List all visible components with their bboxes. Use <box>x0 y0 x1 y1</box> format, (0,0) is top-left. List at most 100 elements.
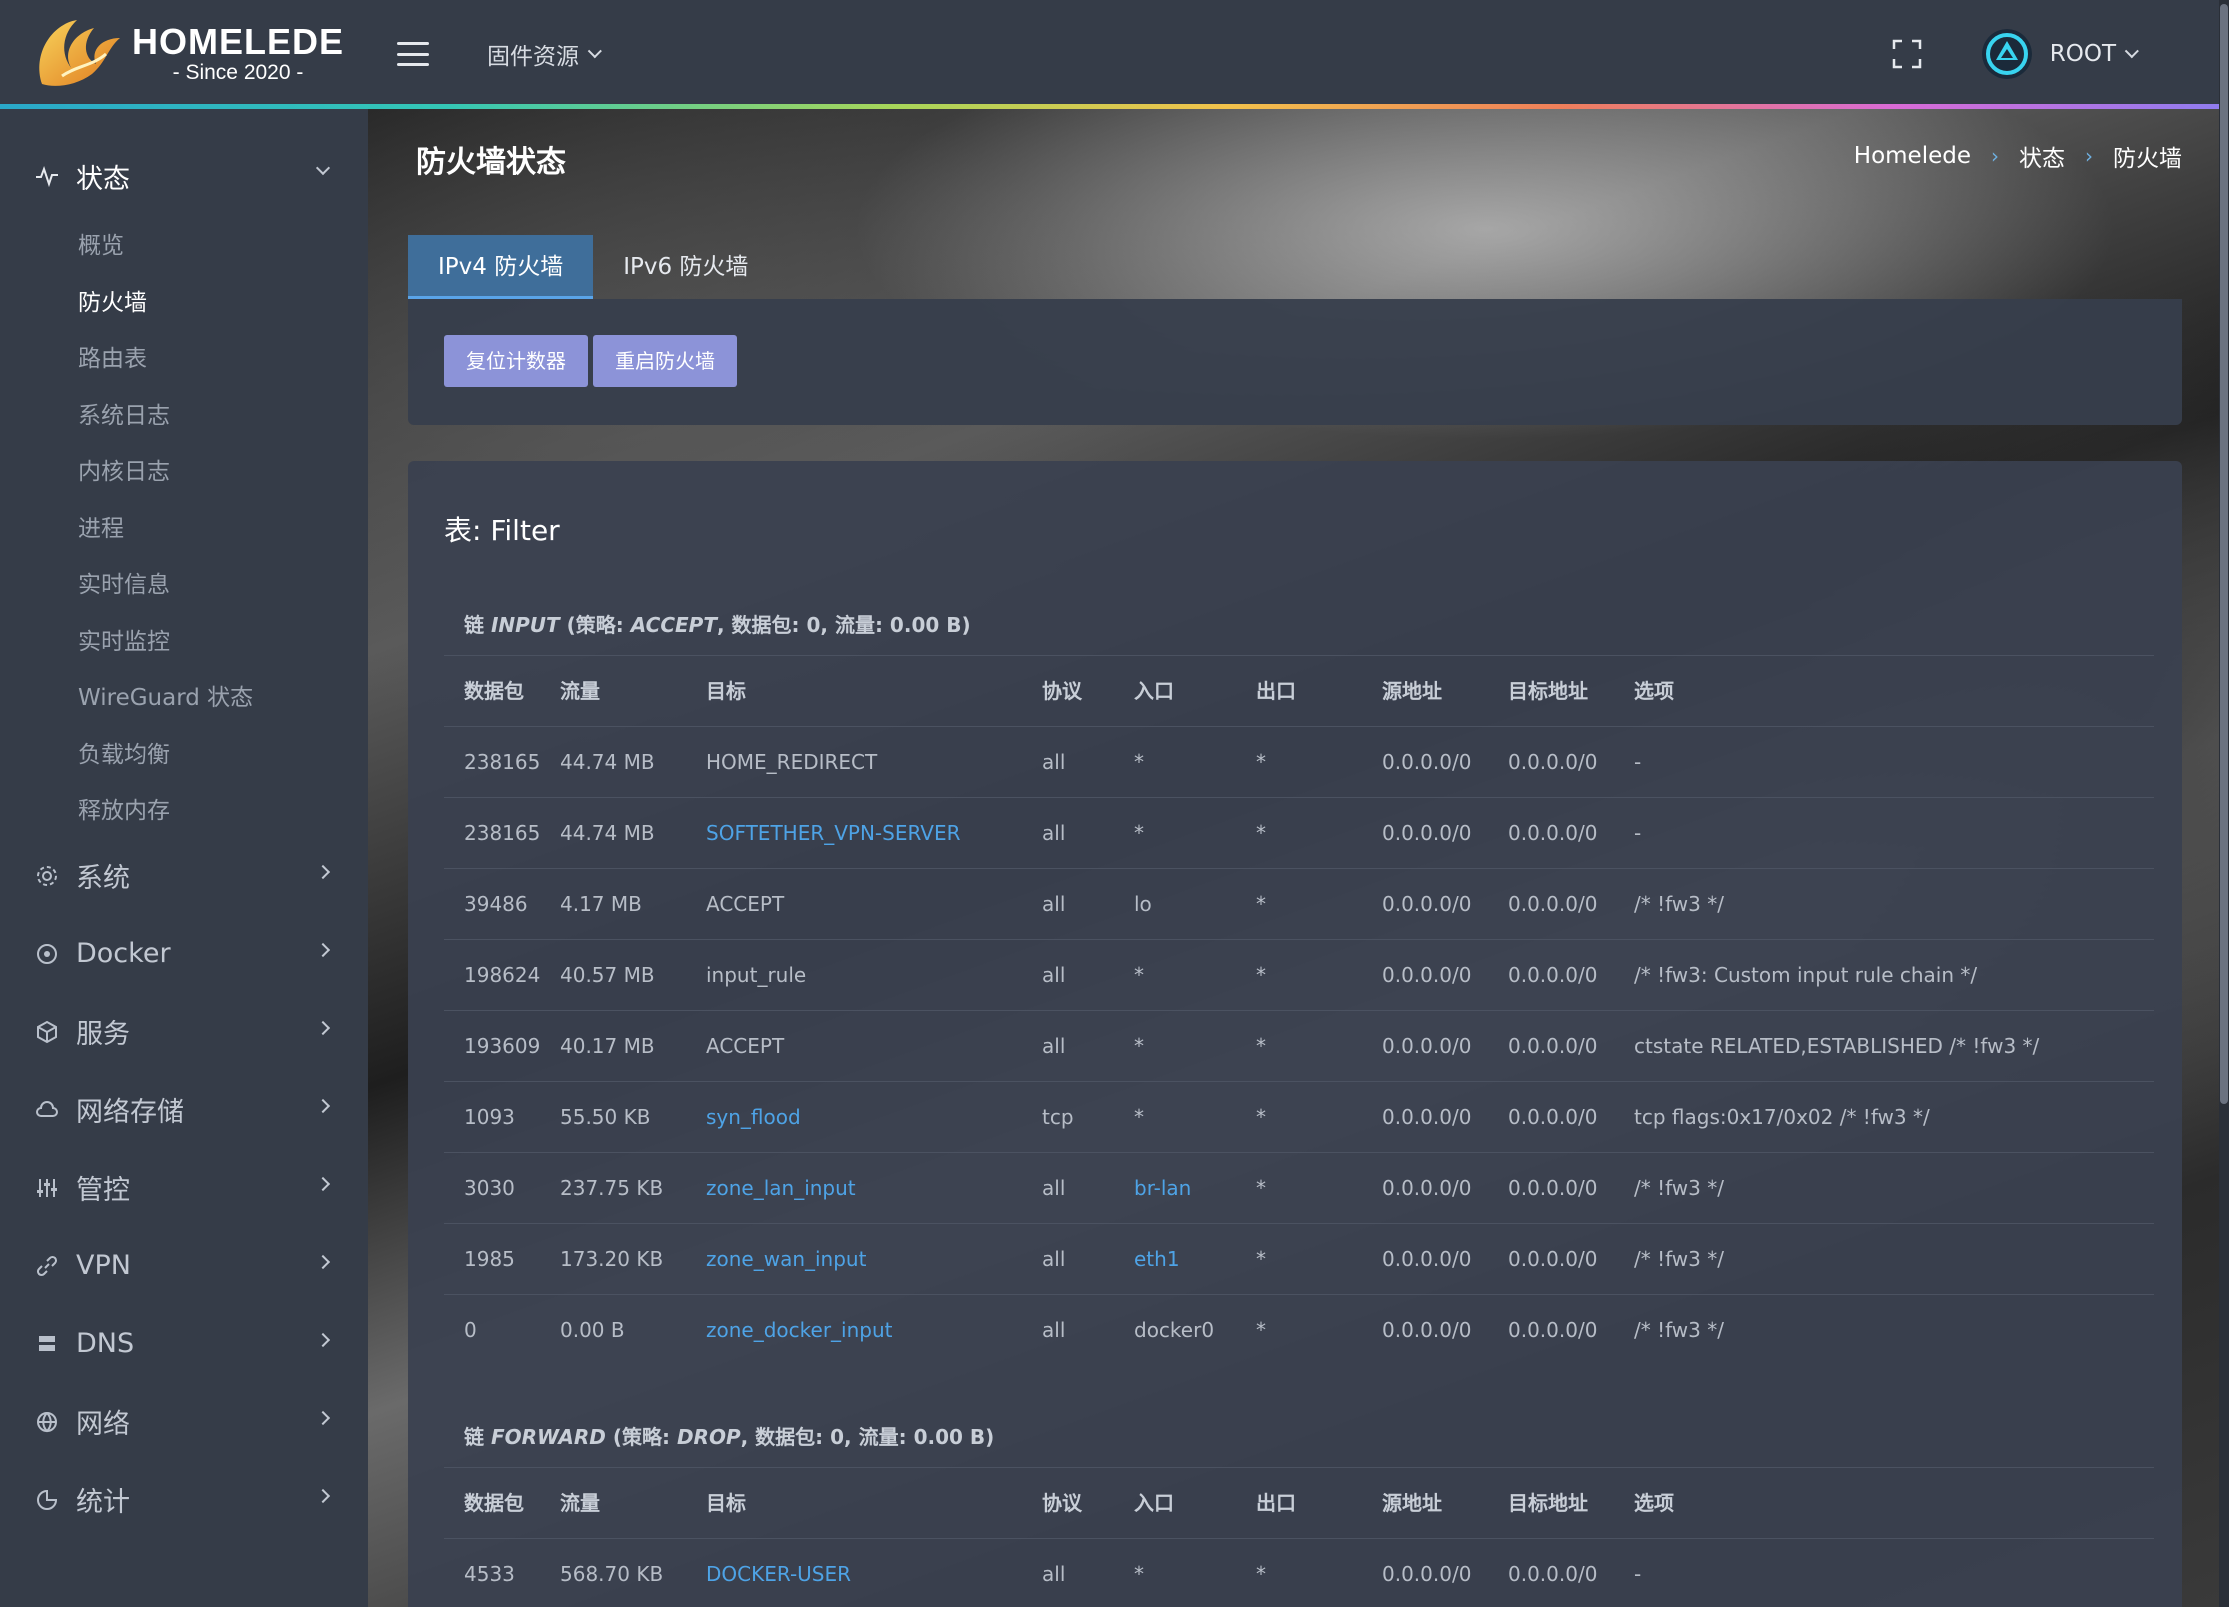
forward-chain-table: 数据包 流量 目标 协议 入口 出口 源地址 目标地址 选项 4533 568.70 KB DOCKE… <box>444 1467 2154 1607</box>
sidebar-item-firewall[interactable]: 防火墙 <box>0 272 368 329</box>
sidebar-item-kernel-log[interactable]: 内核日志 <box>0 441 368 498</box>
cell-target[interactable]: syn_flood <box>706 1082 801 1153</box>
column-header-options: 选项 <box>1634 1491 1674 1515</box>
column-header-out: 出口 <box>1256 679 1296 703</box>
sidebar-group-dns[interactable]: DNS <box>0 1305 368 1383</box>
cell-source: 0.0.0.0/0 <box>1382 1034 1472 1058</box>
chain-policy-prefix: (策略: <box>605 1425 677 1449</box>
breadcrumb-home[interactable]: Homelede <box>1854 143 1971 169</box>
user-menu[interactable]: ROOT <box>2050 41 2139 67</box>
cell-options: /* !fw3 */ <box>1634 1176 1724 1200</box>
restart-firewall-button[interactable]: 重启防火墙 <box>593 335 737 387</box>
brand-logo[interactable]: HOMELEDE - Since 2020 - <box>0 2 367 106</box>
sidebar-item-load-balance[interactable]: 负载均衡 <box>0 724 368 781</box>
cell-packets: 198624 <box>464 963 541 987</box>
sidebar-group-label: 网络存储 <box>76 1097 184 1128</box>
sidebar-item-processes[interactable]: 进程 <box>0 498 368 555</box>
chevron-right-icon: › <box>2085 144 2093 168</box>
cell-traffic: 40.57 MB <box>560 963 655 987</box>
sidebar-item-free-memory[interactable]: 释放内存 <box>0 780 368 837</box>
page-scrollbar[interactable] <box>2219 0 2229 1607</box>
cell-traffic: 173.20 KB <box>560 1247 664 1271</box>
cell-in: * <box>1134 1034 1144 1058</box>
cell-protocol: all <box>1042 1176 1066 1200</box>
sidebar-group-status[interactable]: 状态 <box>0 137 368 215</box>
cell-in[interactable]: eth1 <box>1134 1224 1180 1295</box>
sidebar-group-label: 状态 <box>76 163 130 195</box>
chevron-right-icon <box>315 1488 331 1503</box>
phoenix-logo-icon <box>39 20 121 86</box>
hamburger-icon[interactable] <box>397 42 429 66</box>
sidebar-group-label: VPN <box>76 1250 131 1281</box>
table-row: 198624 40.57 MB input_rule all * * 0.0.0.0/0 0.… <box>444 939 2154 1010</box>
avatar[interactable] <box>1981 29 2032 79</box>
table-row: 238165 44.74 MB SOFTETHER_VPN-SERVER all * * 0… <box>444 797 2154 868</box>
sidebar-item-realtime-monitor[interactable]: 实时监控 <box>0 611 368 668</box>
sidebar-group-control[interactable]: 管控 <box>0 1149 368 1227</box>
cell-protocol: all <box>1042 1318 1066 1342</box>
cell-target[interactable]: zone_docker_input <box>706 1295 892 1366</box>
cell-target[interactable]: zone_wan_input <box>706 1224 866 1295</box>
tab-ipv4-firewall[interactable]: IPv4 防火墙 <box>408 235 594 299</box>
sidebar-item-overview[interactable]: 概览 <box>0 215 368 272</box>
sidebar-group-vpn[interactable]: VPN <box>0 1227 368 1305</box>
column-header-packets: 数据包 <box>464 679 524 703</box>
column-header-packets: 数据包 <box>464 1491 524 1515</box>
scrollbar-thumb[interactable] <box>2220 4 2228 1104</box>
cell-options: tcp flags:0x17/0x02 /* !fw3 */ <box>1634 1105 1930 1129</box>
firmware-resources-menu[interactable]: 固件资源 <box>487 37 602 71</box>
sidebar-item-syslog[interactable]: 系统日志 <box>0 385 368 442</box>
cell-out: * <box>1256 750 1266 774</box>
cell-packets: 1093 <box>464 1105 515 1129</box>
cell-out: * <box>1256 1318 1266 1342</box>
sidebar-item-routes[interactable]: 路由表 <box>0 328 368 385</box>
cell-source: 0.0.0.0/0 <box>1382 963 1472 987</box>
tab-ipv6-firewall[interactable]: IPv6 防火墙 <box>593 235 778 299</box>
cell-source: 0.0.0.0/0 <box>1382 892 1472 916</box>
column-header-protocol: 协议 <box>1042 1491 1082 1515</box>
reset-counters-button[interactable]: 复位计数器 <box>444 335 588 387</box>
table-row: 193609 40.17 MB ACCEPT all * * 0.0.0.0/0 0.0.0.… <box>444 1010 2154 1081</box>
cell-in[interactable]: br-lan <box>1134 1153 1191 1224</box>
fullscreen-icon[interactable] <box>1892 39 1922 69</box>
sidebar-group-network[interactable]: 网络 <box>0 1383 368 1461</box>
globe-icon <box>34 1409 60 1435</box>
cell-protocol: all <box>1042 892 1066 916</box>
cell-out: * <box>1256 1105 1266 1129</box>
sidebar-item-realtime-info[interactable]: 实时信息 <box>0 554 368 611</box>
chain-prefix: 链 <box>464 613 491 637</box>
cell-target[interactable]: zone_lan_input <box>706 1153 856 1224</box>
cell-packets: 238165 <box>464 821 541 845</box>
cell-protocol: all <box>1042 1034 1066 1058</box>
input-chain-table: 数据包 流量 目标 协议 入口 出口 源地址 目标地址 选项 238165 44.74 MB HOME… <box>444 655 2154 1365</box>
cell-packets: 1985 <box>464 1247 515 1271</box>
chain-title-input: 链 INPUT (策略: ACCEPT, 数据包: 0, 流量: 0.00 B) <box>464 609 971 638</box>
sidebar-group-system[interactable]: 系统 <box>0 837 368 915</box>
chevron-right-icon <box>315 1020 331 1035</box>
docker-icon <box>34 941 60 967</box>
pie-chart-icon <box>34 1487 60 1513</box>
cell-destination: 0.0.0.0/0 <box>1508 1318 1598 1342</box>
sidebar-group-docker[interactable]: Docker <box>0 915 368 993</box>
cell-target[interactable]: DOCKER-USER <box>706 1539 851 1607</box>
breadcrumb-status[interactable]: 状态 <box>2019 139 2065 173</box>
sidebar-group-services[interactable]: 服务 <box>0 993 368 1071</box>
chevron-right-icon: › <box>1991 144 1999 168</box>
chain-stats: , 数据包: 0, 流量: 0.00 B) <box>740 1425 995 1449</box>
sidebar-group-statistics[interactable]: 统计 <box>0 1461 368 1539</box>
cell-packets: 39486 <box>464 892 528 916</box>
cell-out: * <box>1256 1034 1266 1058</box>
cell-options: - <box>1634 1562 1642 1586</box>
cell-protocol: all <box>1042 963 1066 987</box>
column-header-in: 入口 <box>1134 1491 1174 1515</box>
sidebar-group-nas[interactable]: 网络存储 <box>0 1071 368 1149</box>
chevron-right-icon <box>315 1098 331 1113</box>
column-header-destination: 目标地址 <box>1508 679 1588 703</box>
table-row: 1985 173.20 KB zone_wan_input all eth1 * 0.0.0… <box>444 1223 2154 1294</box>
cell-destination: 0.0.0.0/0 <box>1508 821 1598 845</box>
sidebar-item-wireguard[interactable]: WireGuard 状态 <box>0 667 368 724</box>
cell-target[interactable]: SOFTETHER_VPN-SERVER <box>706 798 961 869</box>
chevron-down-icon <box>2124 44 2139 59</box>
sidebar-group-label: Docker <box>76 938 171 969</box>
cell-out: * <box>1256 892 1266 916</box>
